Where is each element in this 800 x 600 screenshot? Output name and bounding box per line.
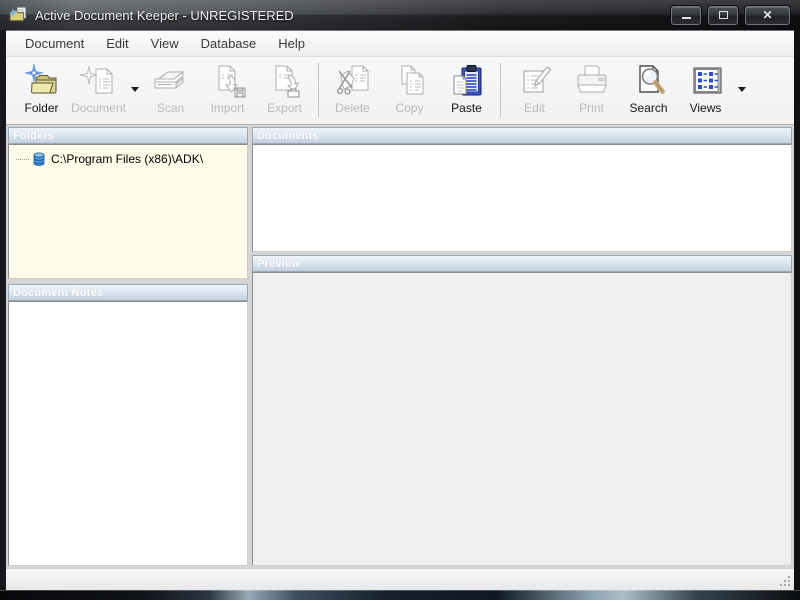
toolbar-button-delete: Delete	[324, 60, 381, 122]
menu-item-edit[interactable]: Edit	[95, 31, 139, 56]
toolbar-separator	[500, 63, 501, 117]
print-icon	[572, 62, 612, 100]
toolbar-separator	[318, 63, 319, 117]
toolbar: Folder Document Scan Import Export Delet…	[6, 57, 794, 125]
toolbar-button-copy: Copy	[381, 60, 438, 122]
toolbar-button-label: Export	[267, 101, 302, 115]
copy-icon	[390, 62, 430, 100]
folders-panel: Folders C:\Program Files (x86)\ADK\	[8, 127, 248, 279]
search-icon	[629, 62, 669, 100]
right-column: Documents Preview	[252, 127, 792, 566]
maximize-icon	[718, 11, 728, 19]
toolbar-button-paste[interactable]: Paste	[438, 60, 495, 122]
folders-tree[interactable]: C:\Program Files (x86)\ADK\	[8, 144, 248, 279]
tree-item-label: C:\Program Files (x86)\ADK\	[51, 152, 204, 166]
app-icon	[9, 6, 27, 24]
toolbar-button-label: Scan	[156, 101, 185, 115]
toolbar-button-views[interactable]: Views	[677, 60, 734, 122]
toolbar-button-label: Folder	[24, 101, 59, 115]
paste-icon	[447, 62, 487, 100]
menu-item-document[interactable]: Document	[14, 31, 95, 56]
window-bottom-border	[0, 590, 800, 600]
tree-branch-line	[16, 158, 29, 160]
documents-panel: Documents	[252, 127, 792, 252]
main-area: Folders C:\Program Files (x86)\ADK\ Docu…	[6, 125, 794, 568]
document-notes-header: Document Notes	[8, 284, 248, 301]
toolbar-button-label: Import	[210, 101, 245, 115]
menu-item-help[interactable]: Help	[267, 31, 316, 56]
documents-list[interactable]	[252, 144, 792, 252]
tree-item[interactable]: C:\Program Files (x86)\ADK\	[9, 150, 247, 168]
folders-panel-header: Folders	[8, 127, 248, 144]
toolbar-button-label: Document	[71, 101, 126, 115]
close-button[interactable]: ✕	[745, 5, 790, 25]
toolbar-button-edit: Edit	[506, 60, 563, 122]
documents-panel-header: Documents	[252, 127, 792, 144]
document-notes-editor[interactable]	[8, 301, 248, 566]
chevron-down-icon	[130, 86, 139, 92]
toolbar-button-folder[interactable]: Folder	[13, 60, 70, 122]
menu-bar: Document Edit View Database Help	[6, 31, 794, 57]
toolbar-button-scan: Scan	[142, 60, 199, 122]
toolbar-button-label: Print	[579, 101, 604, 115]
toolbar-button-label: Paste	[451, 101, 482, 115]
dropdown-arrow-document[interactable]	[127, 60, 142, 118]
toolbar-button-export: Export	[256, 60, 313, 122]
delete-icon	[333, 62, 373, 100]
window-controls: ✕	[671, 5, 790, 25]
document-notes-panel: Document Notes	[8, 284, 248, 566]
toolbar-button-document: Document	[70, 60, 127, 122]
import-icon	[208, 62, 248, 100]
views-icon	[686, 62, 726, 100]
chevron-down-icon	[737, 86, 746, 92]
window-title: Active Document Keeper - UNREGISTERED	[35, 7, 294, 23]
toolbar-button-label: Copy	[395, 101, 424, 115]
dropdown-arrow-views[interactable]	[734, 60, 749, 118]
toolbar-button-label: Search	[629, 101, 668, 115]
new-folder-icon	[22, 62, 62, 100]
toolbar-button-label: Delete	[335, 101, 370, 115]
status-bar	[6, 568, 794, 590]
preview-area	[252, 272, 792, 566]
preview-panel: Preview	[252, 255, 792, 566]
toolbar-button-label: Edit	[524, 101, 545, 115]
app-window: Active Document Keeper - UNREGISTERED ✕ …	[0, 0, 800, 600]
left-column: Folders C:\Program Files (x86)\ADK\ Docu…	[8, 127, 248, 566]
new-document-icon	[79, 62, 119, 100]
export-icon	[265, 62, 305, 100]
scanner-icon	[151, 62, 191, 100]
toolbar-button-label: Views	[689, 101, 722, 115]
resize-grip-icon[interactable]	[779, 575, 792, 588]
preview-panel-header: Preview	[252, 255, 792, 272]
toolbar-button-import: Import	[199, 60, 256, 122]
menu-item-database[interactable]: Database	[190, 31, 268, 56]
minimize-icon	[681, 17, 691, 19]
close-icon: ✕	[762, 8, 773, 22]
minimize-button[interactable]	[671, 5, 701, 25]
menu-item-view[interactable]: View	[140, 31, 190, 56]
title-bar[interactable]: Active Document Keeper - UNREGISTERED ✕	[0, 0, 800, 30]
toolbar-button-search[interactable]: Search	[620, 60, 677, 122]
toolbar-button-print: Print	[563, 60, 620, 122]
window-content: Document Edit View Database Help Folder Docu…	[6, 30, 794, 590]
database-icon	[31, 151, 47, 167]
maximize-button[interactable]	[708, 5, 738, 25]
edit-icon	[515, 62, 555, 100]
